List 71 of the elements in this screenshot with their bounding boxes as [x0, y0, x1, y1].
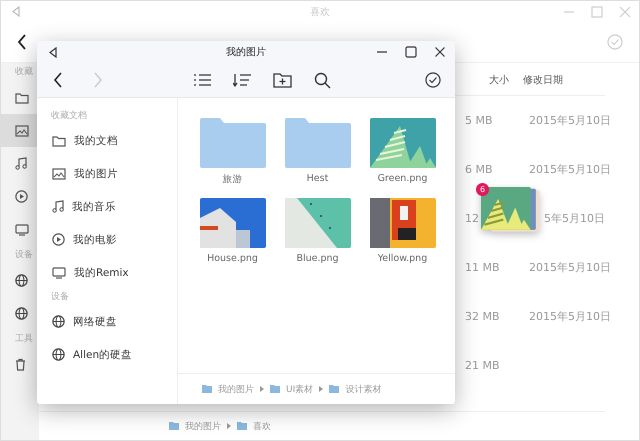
back-triangle-icon[interactable]	[48, 46, 58, 58]
close-icon[interactable]	[434, 46, 446, 58]
section-label: 工具	[14, 332, 34, 346]
folder-icon	[169, 422, 179, 430]
back-chevron-icon[interactable]	[53, 72, 63, 88]
back-chevron-icon[interactable]	[17, 34, 27, 50]
date-cell: 2015年5月10日	[529, 163, 611, 176]
play-icon	[15, 190, 28, 203]
date-cell: 2015年5月10日	[529, 114, 611, 127]
sidebar-item[interactable]: 我的文档	[74, 134, 118, 148]
folder-icon	[15, 92, 29, 104]
file-name[interactable]: 旅游	[222, 173, 242, 186]
music-icon	[15, 157, 27, 170]
sidebar-item[interactable]: 我的图片	[74, 166, 118, 180]
folder-icon	[237, 422, 247, 430]
sidebar-item[interactable]: 我的音乐	[72, 200, 116, 214]
separator-icon	[260, 386, 264, 392]
sidebar-item[interactable]: 我的Remix	[74, 266, 129, 280]
date-cell: 5年5月10日	[544, 212, 605, 225]
count-badge: 6	[476, 183, 489, 196]
checkmark-circle-icon[interactable]	[425, 72, 441, 88]
globe-icon	[15, 274, 28, 287]
maximize-icon[interactable]	[405, 46, 417, 58]
photo-thumbnail[interactable]	[284, 198, 350, 248]
globe-icon	[52, 348, 65, 361]
globe-icon	[52, 315, 65, 328]
separator-icon	[319, 386, 324, 392]
section-label: 收藏文档	[50, 110, 88, 123]
file-name[interactable]: Hest	[306, 173, 328, 184]
section-label: 设备	[50, 290, 70, 304]
music-icon	[52, 200, 64, 213]
trash-icon	[15, 358, 26, 371]
file-name[interactable]: Green.png	[378, 173, 428, 184]
monitor-icon	[15, 224, 29, 236]
folder-icon	[52, 134, 66, 146]
photo-thumbnail[interactable]	[200, 198, 266, 248]
sidebar-item[interactable]: 我的电影	[73, 232, 117, 246]
sidebar-item[interactable]	[1, 114, 39, 147]
file-name[interactable]: House.png	[207, 253, 258, 264]
date-cell: 2015年5月10日	[529, 310, 611, 323]
folder-icon	[202, 385, 212, 393]
column-header[interactable]: 修改日期	[523, 73, 605, 87]
size-cell: 11 MB	[465, 261, 500, 274]
list-view-icon[interactable]	[194, 73, 212, 87]
section-label: 设备	[14, 248, 34, 262]
play-icon	[52, 233, 65, 246]
column-header[interactable]: 大小	[465, 73, 523, 87]
sort-icon[interactable]	[233, 72, 252, 88]
date-cell: 2015年5月10日	[529, 261, 611, 274]
new-folder-icon[interactable]	[273, 72, 292, 88]
image-icon	[52, 168, 66, 180]
separator-icon	[227, 423, 231, 429]
monitor-icon	[52, 266, 66, 278]
image-icon	[15, 124, 29, 136]
search-icon[interactable]	[314, 72, 332, 88]
file-name[interactable]: Blue.png	[296, 253, 339, 264]
sidebar-item[interactable]: 网络硬盘	[73, 314, 117, 328]
photo-thumbnail[interactable]	[370, 118, 436, 168]
sidebar-item[interactable]: Allen的硬盘	[73, 348, 132, 362]
size-cell: 6 MB	[465, 163, 493, 176]
window-title: 我的图片	[226, 46, 266, 59]
section-label: 收藏	[14, 66, 34, 79]
size-cell: 5 MB	[465, 114, 493, 127]
folder-icon	[270, 385, 280, 393]
photo-thumbnail[interactable]	[370, 198, 436, 248]
size-cell: 32 MB	[465, 310, 500, 323]
size-cell: 21 MB	[465, 359, 500, 372]
size-cell: 12	[465, 212, 479, 225]
globe-icon	[15, 307, 28, 320]
folder-icon	[329, 385, 340, 393]
file-name[interactable]: Yellow.png	[378, 253, 428, 264]
